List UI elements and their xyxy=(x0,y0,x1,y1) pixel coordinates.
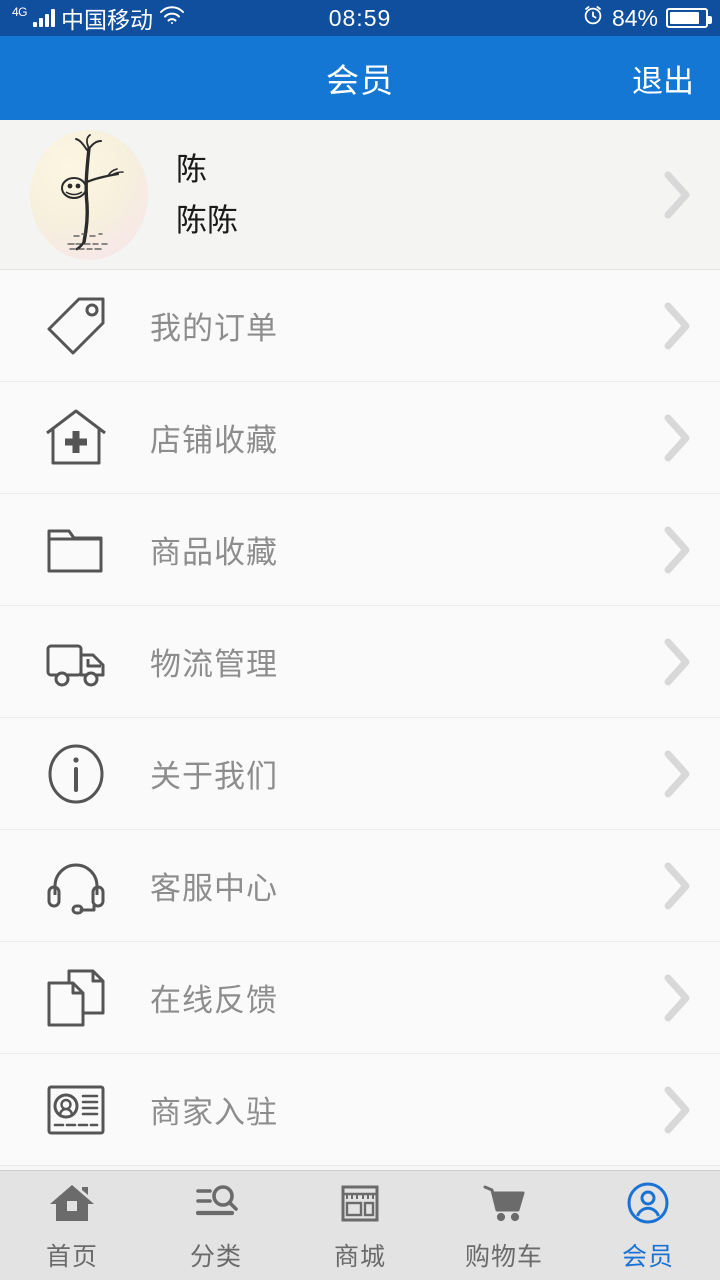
chevron-right-icon xyxy=(660,1082,694,1138)
folder-icon xyxy=(40,514,112,586)
signal-bars-icon xyxy=(33,9,56,27)
profile-nickname: 陈陈 xyxy=(176,202,238,238)
menu-item-orders[interactable]: 我的订单 xyxy=(0,270,720,382)
info-circle-icon xyxy=(40,738,112,810)
status-bar-left: 4G 中国移动 xyxy=(12,1,185,35)
tab-store[interactable]: 商城 xyxy=(288,1179,432,1273)
truck-icon xyxy=(40,626,112,698)
tab-member[interactable]: 会员 xyxy=(576,1179,720,1273)
tab-label: 商城 xyxy=(333,1242,386,1271)
menu-item-feedback[interactable]: 在线反馈 xyxy=(0,942,720,1054)
tab-label: 购物车 xyxy=(464,1242,543,1271)
page-header: 会员 退出 xyxy=(0,36,720,120)
chevron-right-icon xyxy=(660,410,694,466)
tab-home[interactable]: 首页 xyxy=(0,1179,144,1273)
chevron-right-icon xyxy=(660,634,694,690)
profile-names: 陈 陈陈 xyxy=(176,154,238,236)
status-bar: 4G 中国移动 08:59 84% xyxy=(0,0,720,36)
category-search-icon xyxy=(190,1179,242,1227)
menu-item-logistics[interactable]: 物流管理 xyxy=(0,606,720,718)
cart-icon xyxy=(478,1179,530,1227)
wifi-icon xyxy=(159,5,185,31)
documents-icon xyxy=(40,962,112,1034)
tab-label: 分类 xyxy=(189,1242,242,1271)
carrier-label: 中国移动 xyxy=(61,7,154,33)
chevron-right-icon xyxy=(660,522,694,578)
menu-item-merchant-join[interactable]: 商家入驻 xyxy=(0,1054,720,1166)
menu-item-store-favorites[interactable]: 店铺收藏 xyxy=(0,382,720,494)
menu-item-label: 商品收藏 xyxy=(150,535,278,570)
content-scroll[interactable]: 陈 陈陈 我的订单 店铺收藏 商品收藏 物流管理 关于我们 客服中心 在线反馈 … xyxy=(0,120,720,1170)
menu-item-label: 物流管理 xyxy=(150,647,278,682)
member-icon xyxy=(622,1179,674,1227)
id-card-icon xyxy=(40,1074,112,1146)
profile-row[interactable]: 陈 陈陈 xyxy=(0,120,720,270)
tab-label: 会员 xyxy=(621,1242,674,1271)
store-icon xyxy=(334,1179,386,1227)
menu-item-label: 店铺收藏 xyxy=(150,423,278,458)
menu-item-label: 在线反馈 xyxy=(150,983,278,1018)
logout-button[interactable]: 退出 xyxy=(632,56,694,101)
tab-cart[interactable]: 购物车 xyxy=(432,1179,576,1273)
avatar[interactable] xyxy=(30,129,148,260)
chevron-right-icon xyxy=(660,746,694,802)
menu-item-label: 商家入驻 xyxy=(150,1095,278,1130)
menu-item-product-favorites[interactable]: 商品收藏 xyxy=(0,494,720,606)
page-title: 会员 xyxy=(326,62,394,99)
profile-name: 陈 xyxy=(176,151,207,187)
battery-percent-label: 84% xyxy=(611,4,658,31)
network-type-label: 4G xyxy=(12,5,28,19)
chevron-right-icon xyxy=(660,298,694,354)
menu-item-label: 客服中心 xyxy=(150,871,278,906)
app-screen: 4G 中国移动 08:59 84% 会员 退出 陈 陈陈 我的订单 店铺收藏 商… xyxy=(0,0,720,1280)
status-bar-right: 84% xyxy=(582,4,712,32)
house-plus-icon xyxy=(40,402,112,474)
menu-item-customer-service[interactable]: 客服中心 xyxy=(0,830,720,942)
chevron-right-icon xyxy=(660,858,694,914)
tab-label: 首页 xyxy=(45,1242,98,1271)
battery-icon xyxy=(666,8,712,28)
home-icon xyxy=(46,1179,98,1227)
menu-item-label: 我的订单 xyxy=(150,311,278,346)
alarm-clock-icon xyxy=(582,4,604,32)
chevron-right-icon xyxy=(660,167,694,223)
menu-item-label: 关于我们 xyxy=(150,759,278,794)
bottom-tab-bar: 首页 分类 商城 购物车 会员 xyxy=(0,1170,720,1280)
headset-icon xyxy=(40,850,112,922)
menu-item-about-us[interactable]: 关于我们 xyxy=(0,718,720,830)
tab-category[interactable]: 分类 xyxy=(144,1179,288,1273)
chevron-right-icon xyxy=(660,970,694,1026)
tag-icon xyxy=(40,290,112,362)
